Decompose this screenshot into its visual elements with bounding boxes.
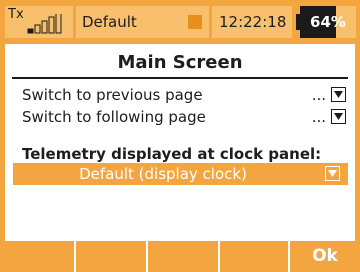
signal-bar	[34, 24, 41, 34]
signal-bar	[27, 28, 34, 34]
softkey-4[interactable]	[219, 241, 289, 272]
model-name: Default	[82, 13, 137, 31]
signal-strength-icon	[27, 14, 62, 34]
signal-bar	[41, 20, 48, 34]
clock-time: 12:22:18	[219, 13, 287, 31]
signal-bar	[48, 16, 55, 34]
clock: 12:22:18	[212, 6, 292, 38]
softkey-bar: Ok	[0, 241, 360, 272]
previous-page-switch-label: Switch to previous page	[22, 86, 203, 104]
following-page-switch-dropdown[interactable]	[331, 109, 346, 124]
telemetry-clock-selected-value: Default (display clock)	[79, 165, 247, 183]
following-page-switch-row[interactable]: Switch to following page ...	[22, 106, 348, 128]
softkey-2[interactable]	[75, 241, 147, 272]
telemetry-clock-dropdown[interactable]	[325, 166, 340, 181]
dropdown-arrow-icon	[334, 113, 343, 120]
main-screen-panel: Main Screen Switch to previous page ... …	[5, 44, 355, 241]
battery-body: 64%	[300, 6, 356, 38]
dropdown-arrow-icon	[328, 170, 337, 177]
page-title: Main Screen	[117, 52, 243, 73]
model-selector[interactable]: Default	[76, 6, 209, 38]
dropdown-arrow-icon	[334, 91, 343, 98]
previous-page-switch-row[interactable]: Switch to previous page ...	[22, 84, 348, 106]
status-bar: Tx Default 12:22:18 64%	[0, 0, 360, 44]
tx-label: Tx	[8, 7, 24, 22]
ok-button[interactable]: Ok	[289, 241, 360, 272]
softkey-1[interactable]	[0, 241, 75, 272]
previous-page-switch-value: ...	[311, 86, 326, 104]
following-page-switch-label: Switch to following page	[22, 108, 206, 126]
battery-indicator: 64%	[296, 6, 356, 38]
following-page-switch-value: ...	[311, 108, 326, 126]
battery-percent: 64%	[310, 13, 346, 31]
previous-page-switch-dropdown[interactable]	[331, 87, 346, 102]
model-status-flag-icon	[188, 15, 202, 29]
tx-signal-indicator: Tx	[5, 6, 73, 38]
signal-bar	[55, 14, 62, 34]
telemetry-section-heading: Telemetry displayed at clock panel:	[22, 145, 322, 163]
title-divider	[12, 77, 348, 79]
telemetry-clock-select[interactable]: Default (display clock)	[13, 163, 348, 185]
softkey-3[interactable]	[147, 241, 219, 272]
